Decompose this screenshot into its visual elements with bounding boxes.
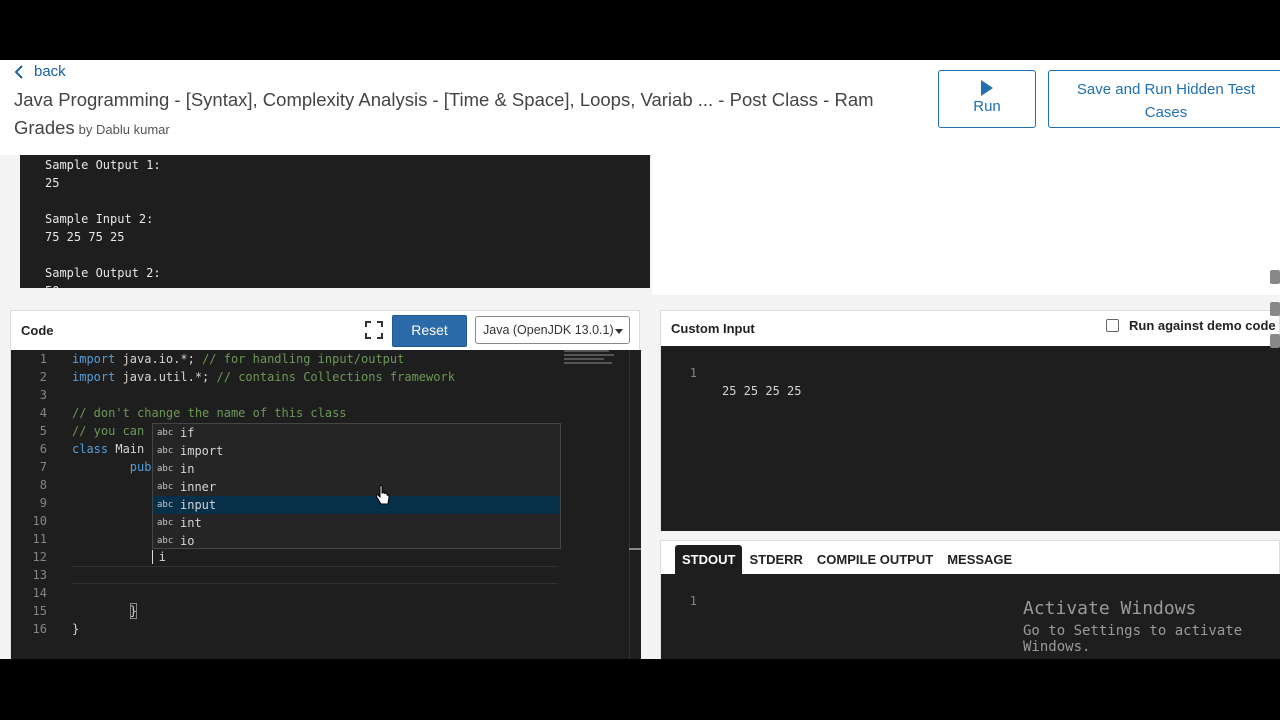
run-button[interactable]: Run (938, 70, 1036, 128)
custom-input-panel: Custom Input Run against demo code 1 25 … (660, 310, 1280, 531)
author-label: by Dablu kumar (78, 122, 170, 137)
suggestion-item[interactable]: abc inner (153, 478, 560, 496)
code-panel-header: Code Reset Java (OpenJDK 13.0.1) (11, 311, 641, 349)
input-line: 1 25 25 25 25 (689, 366, 802, 398)
code-line: 13 (32, 568, 47, 582)
code-editor[interactable]: 1 import java.io.*; // for handling input… (11, 350, 641, 659)
problem-text: Sample Output 1: 25 Sample Input 2: 75 2… (45, 158, 161, 288)
watermark-subtitle: Go to Settings to activate Windows. (1023, 623, 1243, 655)
editor-scrollbar[interactable] (629, 350, 641, 659)
minimap[interactable] (564, 350, 629, 380)
tab-compile-output[interactable]: COMPILE OUTPUT (810, 545, 940, 575)
output-panel: STDOUT STDERR COMPILE OUTPUT MESSAGE 1 A… (660, 540, 1280, 659)
back-label: back (34, 63, 66, 80)
code-line: 12 i (32, 550, 166, 564)
chevron-left-icon (14, 64, 23, 79)
suggestion-item-selected[interactable]: abc input (153, 496, 560, 514)
scroll-thumb[interactable] (629, 548, 641, 550)
more-icon[interactable] (1270, 334, 1280, 348)
right-top-blank (652, 155, 1280, 295)
save-and-run-button[interactable]: Save and Run Hidden Test Cases (1048, 70, 1280, 128)
demo-label: Run against demo code (1129, 318, 1276, 333)
suggestion-item[interactable]: abc if (153, 424, 560, 442)
play-icon (981, 80, 993, 96)
fullscreen-icon[interactable] (365, 321, 383, 339)
code-line: 4// don't change the name of this class (39, 406, 347, 420)
text-suggestion-icon: abc (157, 464, 174, 474)
page-title: Java Programming - [Syntax], Complexity … (14, 86, 914, 144)
text-cursor (152, 550, 153, 564)
code-line: 2 import java.util.*; // contains Collect… (39, 370, 455, 384)
text-suggestion-icon: abc (157, 518, 174, 528)
code-line: 16} (32, 622, 80, 636)
code-label: Code (21, 323, 54, 338)
suggestion-item[interactable]: abc in (153, 460, 560, 478)
save-run-label: Save and Run Hidden Test Cases (1076, 81, 1256, 121)
language-select[interactable]: Java (OpenJDK 13.0.1) (475, 316, 630, 344)
text-suggestion-icon: abc (157, 536, 174, 546)
tab-stdout[interactable]: STDOUT (675, 545, 743, 575)
app-window: back Java Programming - [Syntax], Comple… (0, 60, 1280, 659)
output-line: 1 (689, 594, 697, 608)
problem-statement: Sample Output 1: 25 Sample Input 2: 75 2… (20, 155, 650, 288)
activate-windows-watermark: Activate Windows Go to Settings to activ… (1023, 598, 1280, 655)
mouse-cursor-icon (375, 485, 390, 505)
bracket-match (130, 603, 137, 619)
checkbox-box[interactable] (1106, 319, 1119, 332)
settings-icon[interactable] (1270, 270, 1280, 284)
custom-input-label: Custom Input (671, 321, 755, 336)
text-suggestion-icon: abc (157, 446, 174, 456)
output-tabs: STDOUT STDERR COMPILE OUTPUT MESSAGE (675, 545, 1019, 575)
custom-input-editor[interactable]: 1 25 25 25 25 (661, 346, 1280, 531)
back-link[interactable]: back (14, 63, 66, 80)
text-suggestion-icon: abc (157, 482, 174, 492)
tab-message[interactable]: MESSAGE (940, 545, 1019, 575)
run-label: Run (973, 98, 1001, 115)
code-line: 1 import java.io.*; // for handling input… (39, 352, 405, 366)
code-panel: Code Reset Java (OpenJDK 13.0.1) 1 import… (10, 310, 641, 659)
page-header: back Java Programming - [Syntax], Comple… (0, 60, 1280, 155)
copy-icon[interactable] (1270, 302, 1280, 316)
run-against-demo-checkbox[interactable]: Run against demo code (1106, 318, 1276, 333)
code-line: 15 } (32, 604, 138, 618)
code-line: 3 (39, 388, 47, 402)
suggestion-item[interactable]: abc import (153, 442, 560, 460)
suggestion-item[interactable]: abc int (153, 514, 560, 532)
text-suggestion-icon: abc (157, 428, 174, 438)
tab-stderr[interactable]: STDERR (742, 545, 809, 575)
custom-input-value: 25 25 25 25 (722, 384, 802, 398)
suggestion-item[interactable]: abc io (153, 532, 560, 550)
side-toolbar (1270, 270, 1280, 410)
language-value: Java (OpenJDK 13.0.1) (483, 323, 614, 337)
output-editor: 1 Activate Windows Go to Settings to act… (661, 574, 1280, 659)
text-suggestion-icon: abc (157, 500, 174, 510)
autocomplete-popup: abc if abc import abc in abc inner abc input … (152, 423, 561, 549)
code-line: 14 (32, 586, 47, 600)
reset-button[interactable]: Reset (392, 315, 467, 347)
caret-down-icon (615, 329, 623, 334)
watermark-title: Activate Windows (1023, 598, 1197, 619)
